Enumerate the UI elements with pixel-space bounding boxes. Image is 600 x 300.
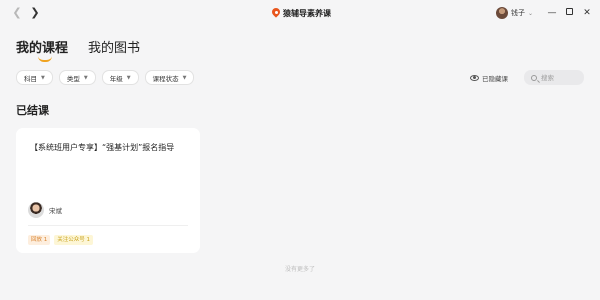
teacher-info: 宋斌 bbox=[28, 202, 62, 218]
no-more-text: 没有更多了 bbox=[284, 266, 315, 273]
filter-type[interactable]: 类型 ▼ bbox=[58, 70, 96, 85]
filter-subject[interactable]: 科目 ▼ bbox=[16, 70, 53, 85]
hidden-courses-toggle[interactable]: 已隐藏课 bbox=[470, 72, 508, 83]
location-pin-icon bbox=[272, 8, 280, 18]
close-icon[interactable]: ✕ bbox=[581, 6, 593, 20]
chevron-down-icon: ▼ bbox=[126, 74, 131, 81]
forward-arrow-icon[interactable]: ❯ bbox=[28, 6, 42, 20]
main-tabs: 我的课程 我的图书 bbox=[16, 37, 140, 62]
title-bar: ❮ ❯ 猿辅导素养课 钱子 ⌄ — ✕ bbox=[0, 0, 600, 26]
eye-off-icon bbox=[470, 74, 479, 81]
tab-my-books[interactable]: 我的图书 bbox=[88, 37, 140, 56]
course-tags: 回放 1 关注公众号 1 bbox=[28, 235, 93, 245]
hidden-courses-label: 已隐藏课 bbox=[482, 74, 508, 83]
search-input[interactable] bbox=[541, 73, 581, 82]
app-title: 猿辅导素养课 bbox=[272, 6, 331, 20]
course-card[interactable]: 【系统班用户专享】“强基计划”报名指导 宋斌 回放 1 关注公众号 1 bbox=[16, 128, 200, 253]
filter-course-status[interactable]: 课程状态 ▼ bbox=[144, 70, 195, 85]
filter-course-status-label: 课程状态 bbox=[152, 74, 179, 83]
minimize-icon[interactable]: — bbox=[546, 6, 558, 20]
filter-type-label: 类型 bbox=[66, 74, 80, 83]
filter-subject-label: 科目 bbox=[24, 74, 37, 83]
course-title: 【系统班用户专享】“强基计划”报名指导 bbox=[30, 143, 175, 152]
chevron-down-icon: ▼ bbox=[41, 74, 45, 81]
avatar bbox=[496, 7, 508, 19]
filter-bar: 科目 ▼ 类型 ▼ 年级 ▼ 课程状态 ▼ bbox=[16, 70, 195, 85]
app-title-text: 猿辅导素养课 bbox=[283, 8, 331, 18]
chevron-down-icon: ▼ bbox=[182, 74, 187, 81]
search-box[interactable] bbox=[524, 70, 584, 85]
card-divider bbox=[28, 225, 188, 226]
active-tab-indicator bbox=[38, 56, 52, 62]
teacher-name: 宋斌 bbox=[49, 207, 62, 215]
chevron-down-icon: ⌄ bbox=[528, 9, 534, 17]
tag-replay[interactable]: 回放 1 bbox=[28, 235, 51, 245]
teacher-avatar bbox=[28, 202, 44, 218]
filter-grade-label: 年级 bbox=[109, 74, 123, 83]
chevron-down-icon: ▼ bbox=[83, 74, 88, 81]
tab-my-courses-label: 我的课程 bbox=[16, 41, 69, 56]
search-icon bbox=[531, 74, 537, 81]
filter-grade[interactable]: 年级 ▼ bbox=[101, 70, 139, 85]
tag-follow-account[interactable]: 关注公众号 1 bbox=[54, 235, 93, 245]
tab-my-courses[interactable]: 我的课程 bbox=[16, 37, 69, 62]
maximize-icon[interactable] bbox=[563, 6, 575, 20]
user-menu[interactable]: 钱子 ⌄ bbox=[496, 6, 533, 20]
user-name: 钱子 bbox=[511, 9, 525, 17]
section-title-finished: 已结课 bbox=[16, 104, 49, 117]
tab-my-books-label: 我的图书 bbox=[88, 41, 141, 56]
back-arrow-icon[interactable]: ❮ bbox=[10, 6, 24, 20]
